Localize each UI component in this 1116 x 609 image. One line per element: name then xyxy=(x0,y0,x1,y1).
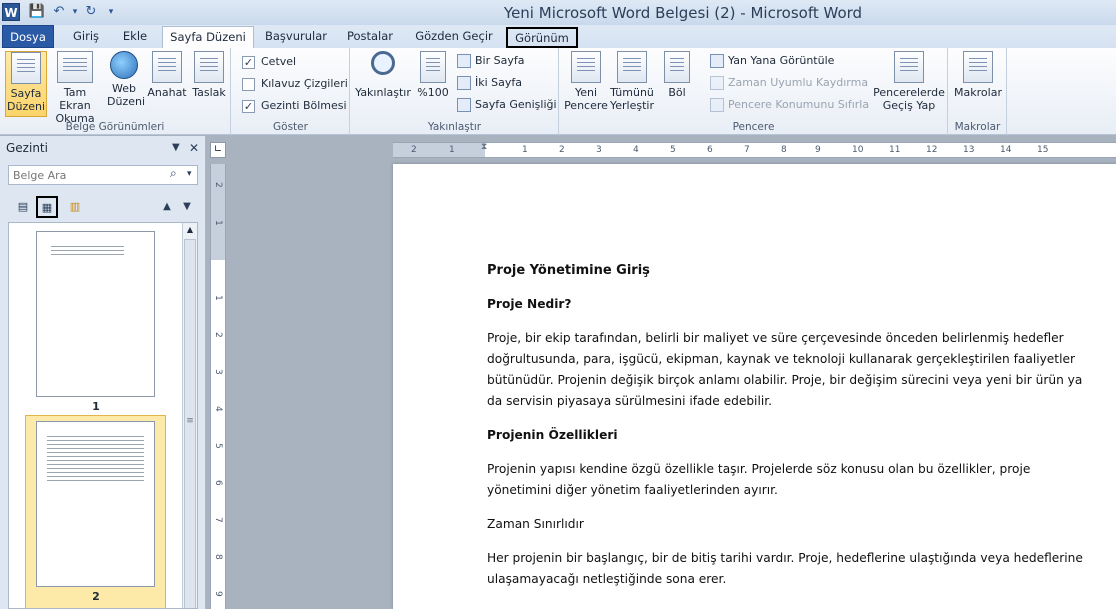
navigation-pane-checkbox[interactable]: ✓ Gezinti Bölmesi xyxy=(242,97,347,115)
document-page[interactable]: Proje Yönetimine Giriş Proje Nedir? Proj… xyxy=(393,164,1116,609)
one-page-button[interactable]: Bir Sayfa xyxy=(457,52,524,70)
group-window: Yeni Pencere Tümünü Yerleştir Böl Yan Ya… xyxy=(560,48,948,135)
heading-time-limited: Zaman Sınırlıdır xyxy=(487,517,584,531)
paragraph-project-features: Projenin yapısı kendine özgü özellikle t… xyxy=(487,462,1031,497)
search-dropdown-icon[interactable]: ▾ xyxy=(187,169,192,179)
document-title: Proje Yönetimine Giriş xyxy=(487,263,650,278)
new-window-icon xyxy=(571,51,601,83)
search-icon[interactable]: ⌕ xyxy=(170,166,177,181)
print-layout-icon xyxy=(11,52,41,84)
ribbon: Sayfa Düzeni Tam Ekran Okuma Web Düzeni … xyxy=(0,48,1116,135)
page-thumbnail-1[interactable] xyxy=(36,231,155,397)
group-zoom: Yakınlaştır %100 Bir Sayfa İki Sayfa Say… xyxy=(351,48,559,135)
browse-headings-tab-icon[interactable]: ▤ xyxy=(12,196,34,218)
tab-mailings[interactable]: Postalar xyxy=(340,26,400,48)
previous-result-icon[interactable]: ▲ xyxy=(156,196,178,218)
synchronous-scrolling-button[interactable]: Zaman Uyumlu Kaydırma xyxy=(710,74,868,92)
thumbnails-scrollbar[interactable]: ▲ ≡ xyxy=(182,223,197,608)
paragraph-time-limited: Her projenin bir başlangıç, bir de bitiş… xyxy=(487,551,1083,586)
ruler-check-icon: ✓ xyxy=(242,55,255,69)
two-pages-icon xyxy=(457,76,471,90)
group-macros: Makrolar Makrolar xyxy=(949,48,1007,135)
page-width-button[interactable]: Sayfa Genişliği xyxy=(457,96,557,114)
two-pages-button[interactable]: İki Sayfa xyxy=(457,74,522,92)
switch-windows-icon xyxy=(894,51,924,83)
tab-review[interactable]: Gözden Geçir xyxy=(410,26,498,48)
page-number-1: 1 xyxy=(92,400,100,413)
sync-scroll-icon xyxy=(710,76,724,90)
page-width-icon xyxy=(457,98,471,112)
split-icon xyxy=(664,51,690,83)
side-by-side-icon xyxy=(710,54,724,68)
document-area: ∟ 2 1 1 2 3 4 5 6 7 8 9 10 11 12 13 14 1… xyxy=(207,136,1116,609)
outline-icon xyxy=(152,51,182,83)
heading-what-is-project: Proje Nedir? xyxy=(487,297,572,311)
scroll-grip-icon: ≡ xyxy=(186,416,194,426)
navigation-pane: Gezinti ▼ ✕ ⌕ ▾ ▤ ▦ ▥ ▲ ▼ 1 2 ▲ ≡ xyxy=(0,136,206,609)
arrange-all-icon xyxy=(617,51,647,83)
view-side-by-side-button[interactable]: Yan Yana Görüntüle xyxy=(710,52,834,70)
ruler-checkbox[interactable]: ✓ Cetvel xyxy=(242,53,296,71)
page-thumbnail-2[interactable] xyxy=(36,421,155,587)
magnifier-icon xyxy=(371,51,395,75)
tab-insert[interactable]: Ekle xyxy=(114,26,156,48)
ribbon-tab-bar: Dosya Giriş Ekle Sayfa Düzeni Başvurular… xyxy=(0,25,1116,49)
group-document-views: Sayfa Düzeni Tam Ekran Okuma Web Düzeni … xyxy=(0,48,231,135)
tab-home[interactable]: Giriş xyxy=(62,26,110,48)
heading-project-features: Projenin Özellikleri xyxy=(487,428,618,442)
tab-view[interactable]: Görünüm xyxy=(506,27,578,48)
reset-window-position-button[interactable]: Pencere Konumunu Sıfırla xyxy=(710,96,869,114)
browse-pages-tab-icon[interactable]: ▦ xyxy=(36,196,58,218)
group-show: ✓ Cetvel Kılavuz Çizgileri ✓ Gezinti Böl… xyxy=(232,48,350,135)
browse-results-tab-icon[interactable]: ▥ xyxy=(64,196,86,218)
new-window-button[interactable]: Yeni Pencere xyxy=(564,51,608,112)
page-thumbnails-list: 1 2 ▲ ≡ xyxy=(8,222,198,609)
tab-page-layout[interactable]: Sayfa Düzeni xyxy=(162,26,254,49)
zoom-button[interactable]: Yakınlaştır xyxy=(355,51,411,99)
macros-button[interactable]: Makrolar xyxy=(953,51,1003,99)
indent-marker-icon[interactable]: ⧗ xyxy=(481,142,487,152)
group-label-document-views: Belge Görünümleri xyxy=(65,121,165,133)
group-label-show: Göster xyxy=(273,121,308,133)
group-label-macros: Makrolar xyxy=(954,121,1001,133)
tab-selector-icon[interactable]: ∟ xyxy=(210,142,226,158)
nav-pane-close-icon[interactable]: ✕ xyxy=(189,136,199,160)
switch-windows-button[interactable]: Pencerelerde Geçiş Yap xyxy=(872,51,946,112)
group-label-zoom: Yakınlaştır xyxy=(427,121,482,133)
web-layout-icon xyxy=(110,51,138,79)
draft-icon xyxy=(194,51,224,83)
title-bar: W 💾 ↶ ▾ ↻ ▾ Yeni Microsoft Word Belgesi … xyxy=(0,0,1116,25)
arrange-all-button[interactable]: Tümünü Yerleştir xyxy=(608,51,656,112)
scroll-up-icon[interactable]: ▲ xyxy=(185,225,195,234)
vertical-ruler[interactable]: 2 1 1 2 3 4 5 6 7 8 9 xyxy=(210,164,226,609)
gridlines-checkbox[interactable]: Kılavuz Çizgileri xyxy=(242,75,348,93)
next-result-icon[interactable]: ▼ xyxy=(176,196,198,218)
split-button[interactable]: Böl xyxy=(660,51,694,99)
zoom-100-button[interactable]: %100 xyxy=(415,51,451,99)
outline-button[interactable]: Anahat xyxy=(146,51,188,99)
navigation-pane-check-icon: ✓ xyxy=(242,99,255,113)
nav-pane-options-icon[interactable]: ▼ xyxy=(172,136,180,160)
group-label-window: Pencere xyxy=(732,121,775,133)
print-layout-button[interactable]: Sayfa Düzeni xyxy=(5,51,47,117)
tab-file[interactable]: Dosya xyxy=(2,25,54,48)
draft-button[interactable]: Taslak xyxy=(190,51,228,99)
document-body[interactable]: Proje Yönetimine Giriş Proje Nedir? Proj… xyxy=(487,260,1097,603)
page-number-2: 2 xyxy=(92,590,100,603)
paragraph-what-is-project: Proje, bir ekip tarafından, belirli bir … xyxy=(487,331,1083,408)
full-screen-reading-icon xyxy=(57,51,93,83)
macros-icon xyxy=(963,51,993,83)
full-screen-reading-button[interactable]: Tam Ekran Okuma xyxy=(49,51,101,125)
one-page-icon xyxy=(457,54,471,68)
zoom-100-icon xyxy=(420,51,446,83)
tab-references[interactable]: Başvurular xyxy=(258,26,334,48)
horizontal-ruler[interactable]: 2 1 1 2 3 4 5 6 7 8 9 10 11 12 13 14 15 … xyxy=(393,142,1116,158)
reset-position-icon xyxy=(710,98,724,112)
window-title: Yeni Microsoft Word Belgesi (2) - Micros… xyxy=(503,4,863,22)
gridlines-check-icon xyxy=(242,77,255,91)
web-layout-button[interactable]: Web Düzeni xyxy=(104,51,145,108)
